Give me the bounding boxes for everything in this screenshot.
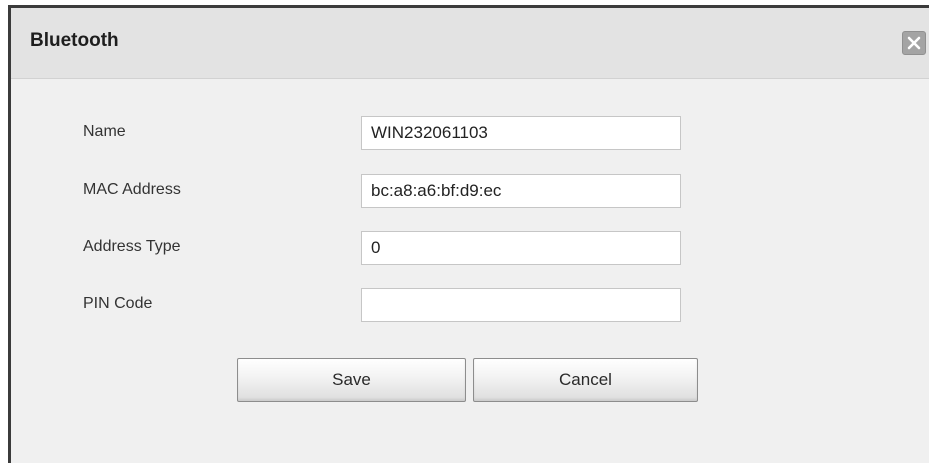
- cancel-button[interactable]: Cancel: [473, 358, 698, 402]
- address-type-label: Address Type: [83, 238, 181, 255]
- page: Bluetooth Name MAC Address Address Type …: [0, 0, 929, 463]
- close-button[interactable]: [902, 31, 926, 55]
- save-button[interactable]: Save: [237, 358, 466, 402]
- close-icon: [907, 36, 921, 50]
- pin-code-label: PIN Code: [83, 295, 153, 312]
- name-field[interactable]: [361, 116, 681, 150]
- address-type-field[interactable]: [361, 231, 681, 265]
- dialog-title: Bluetooth: [30, 30, 119, 51]
- dialog-titlebar: Bluetooth: [11, 8, 929, 79]
- name-label: Name: [83, 123, 126, 140]
- mac-address-field[interactable]: [361, 174, 681, 208]
- bluetooth-dialog: Bluetooth Name MAC Address Address Type …: [8, 5, 929, 463]
- mac-address-label: MAC Address: [83, 181, 181, 198]
- pin-code-field[interactable]: [361, 288, 681, 322]
